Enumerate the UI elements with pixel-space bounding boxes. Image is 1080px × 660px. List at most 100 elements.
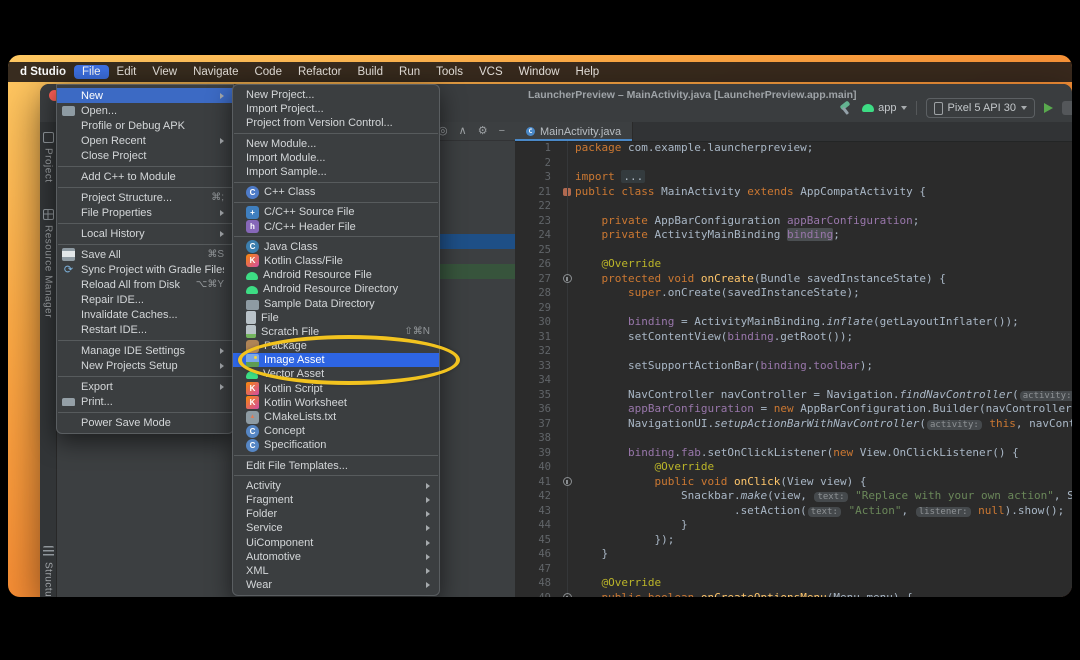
menu-item-import-module[interactable]: Import Module...	[233, 151, 439, 165]
menu-item-open[interactable]: Open...	[57, 103, 233, 118]
build-hammer-icon[interactable]	[837, 101, 853, 116]
code-line[interactable]: 26 @Override	[515, 257, 1072, 272]
menu-item-vector-asset[interactable]: Vector Asset	[233, 367, 439, 381]
code-line[interactable]: 29	[515, 301, 1072, 316]
menu-item-kotlin-class-file[interactable]: Kotlin Class/File	[233, 254, 439, 268]
code-line[interactable]: 42 Snackbar.make(view, text: "Replace wi…	[515, 489, 1072, 504]
code-line[interactable]: 25	[515, 243, 1072, 258]
code-area[interactable]: 1package com.example.launcherpreview;23i…	[515, 141, 1072, 597]
menu-item-c-class[interactable]: C++ Class	[233, 185, 439, 199]
menubar-item-view[interactable]: View	[144, 65, 185, 79]
menu-item-kotlin-script[interactable]: Kotlin Script	[233, 382, 439, 396]
code-line[interactable]: 32	[515, 344, 1072, 359]
menu-item-restart-ide[interactable]: Restart IDE...	[57, 322, 233, 337]
code-line[interactable]: 36 appBarConfiguration = new AppBarConfi…	[515, 402, 1072, 417]
menubar-item-file[interactable]: File	[74, 65, 109, 79]
menubar-item-code[interactable]: Code	[246, 65, 290, 79]
code-line[interactable]: 1package com.example.launcherpreview;	[515, 141, 1072, 156]
menu-item-xml[interactable]: XML	[233, 564, 439, 578]
code-line[interactable]: 35 NavController navController = Navigat…	[515, 388, 1072, 403]
tool-button-resource-manager[interactable]: Resource Manager	[40, 209, 56, 318]
tab-mainactivity-java[interactable]: MainActivity.java	[515, 122, 633, 141]
menu-item-project-structure[interactable]: Project Structure...⌘;	[57, 190, 233, 205]
device-selector[interactable]: Pixel 5 API 30	[926, 98, 1036, 118]
menu-item-file[interactable]: File	[233, 311, 439, 325]
code-line[interactable]: 33 setSupportActionBar(binding.toolbar);	[515, 359, 1072, 374]
menubar-item-window[interactable]: Window	[511, 65, 568, 79]
code-line[interactable]: 49 public boolean onCreateOptionsMenu(Me…	[515, 591, 1072, 598]
code-line[interactable]: 3import ...	[515, 170, 1072, 185]
menu-item-import-project[interactable]: Import Project...	[233, 102, 439, 116]
code-line[interactable]: 41 public void onClick(View view) {	[515, 475, 1072, 490]
code-line[interactable]: 37 NavigationUI.setupActionBarWithNavCon…	[515, 417, 1072, 432]
menu-item-fragment[interactable]: Fragment	[233, 493, 439, 507]
menu-item-sync-project-with-gradle-files[interactable]: Sync Project with Gradle Files	[57, 262, 233, 277]
code-line[interactable]: 21public class MainActivity extends AppC…	[515, 185, 1072, 200]
menu-item-automotive[interactable]: Automotive	[233, 550, 439, 564]
menubar-item-help[interactable]: Help	[568, 65, 608, 79]
code-line[interactable]: 22	[515, 199, 1072, 214]
menu-item-close-project[interactable]: Close Project	[57, 148, 233, 163]
toolbar-icon-partial[interactable]	[1062, 101, 1072, 115]
menu-item-print[interactable]: Print...	[57, 394, 233, 409]
menu-item-c-c-source-file[interactable]: C/C++ Source File	[233, 205, 439, 219]
menu-item-edit-file-templates[interactable]: Edit File Templates...	[233, 459, 439, 473]
menu-item-power-save-mode[interactable]: Power Save Mode	[57, 415, 233, 430]
menu-item-profile-or-debug-apk[interactable]: Profile or Debug APK	[57, 118, 233, 133]
code-line[interactable]: 27 protected void onCreate(Bundle savedI…	[515, 272, 1072, 287]
code-line[interactable]: 46 }	[515, 547, 1072, 562]
menu-item-new-projects-setup[interactable]: New Projects Setup	[57, 358, 233, 373]
code-line[interactable]: 48 @Override	[515, 576, 1072, 591]
menubar-item-refactor[interactable]: Refactor	[290, 65, 349, 79]
tool-button-structure[interactable]: Structure	[40, 546, 56, 597]
menu-item-specification[interactable]: Specification	[233, 438, 439, 452]
collapse-all-icon[interactable]	[459, 126, 467, 137]
menu-item-import-sample[interactable]: Import Sample...	[233, 165, 439, 179]
menu-item-local-history[interactable]: Local History	[57, 226, 233, 241]
code-line[interactable]: 47	[515, 562, 1072, 577]
menu-item-sample-data-directory[interactable]: Sample Data Directory	[233, 296, 439, 310]
menu-item-kotlin-worksheet[interactable]: Kotlin Worksheet	[233, 396, 439, 410]
code-line[interactable]: 24 private ActivityMainBinding binding;	[515, 228, 1072, 243]
code-line[interactable]: 40 @Override	[515, 460, 1072, 475]
menu-item-image-asset[interactable]: Image Asset	[233, 353, 439, 367]
menu-item-invalidate-caches[interactable]: Invalidate Caches...	[57, 307, 233, 322]
module-selector[interactable]: app	[862, 102, 906, 114]
menu-item-manage-ide-settings[interactable]: Manage IDE Settings	[57, 343, 233, 358]
code-line[interactable]: 23 private AppBarConfiguration appBarCon…	[515, 214, 1072, 229]
code-line[interactable]: 31 setContentView(binding.getRoot());	[515, 330, 1072, 345]
menubar-item-edit[interactable]: Edit	[109, 65, 145, 79]
menu-item-open-recent[interactable]: Open Recent	[57, 133, 233, 148]
code-line[interactable]: 2	[515, 156, 1072, 171]
settings-gear-icon[interactable]	[478, 126, 488, 137]
run-button[interactable]	[1044, 103, 1053, 113]
hide-panel-icon[interactable]	[499, 126, 505, 137]
menu-item-c-c-header-file[interactable]: C/C++ Header File	[233, 220, 439, 234]
menu-item-service[interactable]: Service	[233, 521, 439, 535]
menubar-item-navigate[interactable]: Navigate	[185, 65, 246, 79]
menubar-item-run[interactable]: Run	[391, 65, 428, 79]
code-line[interactable]: 43 .setAction(text: "Action", listener: …	[515, 504, 1072, 519]
menu-item-new-project[interactable]: New Project...	[233, 88, 439, 102]
menu-item-concept[interactable]: Concept	[233, 424, 439, 438]
menu-item-repair-ide[interactable]: Repair IDE...	[57, 292, 233, 307]
menubar-item-tools[interactable]: Tools	[428, 65, 471, 79]
menu-item-project-from-version-control[interactable]: Project from Version Control...	[233, 116, 439, 130]
code-line[interactable]: 45 });	[515, 533, 1072, 548]
menu-item-cmakelists-txt[interactable]: CMakeLists.txt	[233, 410, 439, 424]
code-line[interactable]: 28 super.onCreate(savedInstanceState);	[515, 286, 1072, 301]
menu-item-reload-all-from-disk[interactable]: Reload All from Disk⌥⌘Y	[57, 277, 233, 292]
menu-item-java-class[interactable]: Java Class	[233, 240, 439, 254]
code-line[interactable]: 38	[515, 431, 1072, 446]
code-line[interactable]: 34	[515, 373, 1072, 388]
menu-item-uicomponent[interactable]: UiComponent	[233, 535, 439, 549]
menubar-item-vcs[interactable]: VCS	[471, 65, 511, 79]
code-line[interactable]: 39 binding.fab.setOnClickListener(new Vi…	[515, 446, 1072, 461]
menu-item-android-resource-file[interactable]: Android Resource File	[233, 268, 439, 282]
menu-item-android-resource-directory[interactable]: Android Resource Directory	[233, 282, 439, 296]
menu-item-package[interactable]: Package	[233, 339, 439, 353]
menu-item-new-module[interactable]: New Module...	[233, 137, 439, 151]
menu-item-wear[interactable]: Wear	[233, 578, 439, 592]
menu-item-new[interactable]: New	[57, 88, 233, 103]
menu-item-scratch-file[interactable]: Scratch File⇧⌘N	[233, 325, 439, 339]
